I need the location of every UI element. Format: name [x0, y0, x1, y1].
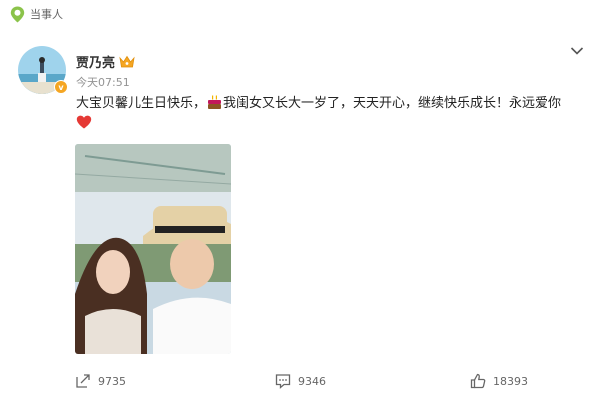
like-count: 18393 [493, 374, 528, 388]
post-timestamp: 今天07:51 [76, 76, 130, 89]
repost-count: 9735 [98, 374, 126, 388]
like-button[interactable]: 18393 [470, 371, 528, 391]
heart-icon [76, 115, 92, 129]
repost-button[interactable]: 9735 [75, 371, 126, 391]
username[interactable]: 贾乃亮 [76, 52, 115, 71]
comment-button[interactable]: 9346 [275, 371, 326, 391]
comment-icon [275, 374, 291, 389]
chevron-down-icon[interactable] [570, 46, 584, 56]
topic-header: 当事人 [10, 4, 63, 24]
verified-badge: v [54, 80, 68, 94]
author-row: 贾乃亮 [76, 52, 135, 71]
crown-icon [119, 55, 135, 67]
post-text-part2: 我闺女又长大一岁了，天天开心，继续快乐成长！永远爱你 [223, 96, 562, 111]
post-text-part1: 大宝贝馨儿生日快乐， [76, 96, 207, 111]
location-pin-icon [10, 6, 25, 22]
post-photo[interactable] [75, 144, 231, 354]
cake-icon [208, 95, 222, 109]
avatar[interactable]: v [18, 46, 68, 94]
action-bar: 9735 9346 18393 [0, 371, 600, 391]
like-icon [470, 373, 486, 389]
post-text: 大宝贝馨儿生日快乐， 我闺女又长大一岁了，天天开心，继续快乐成长！永远爱你 [76, 94, 586, 134]
topic-label: 当事人 [30, 8, 63, 21]
repost-icon [76, 374, 90, 388]
comment-count: 9346 [298, 374, 326, 388]
